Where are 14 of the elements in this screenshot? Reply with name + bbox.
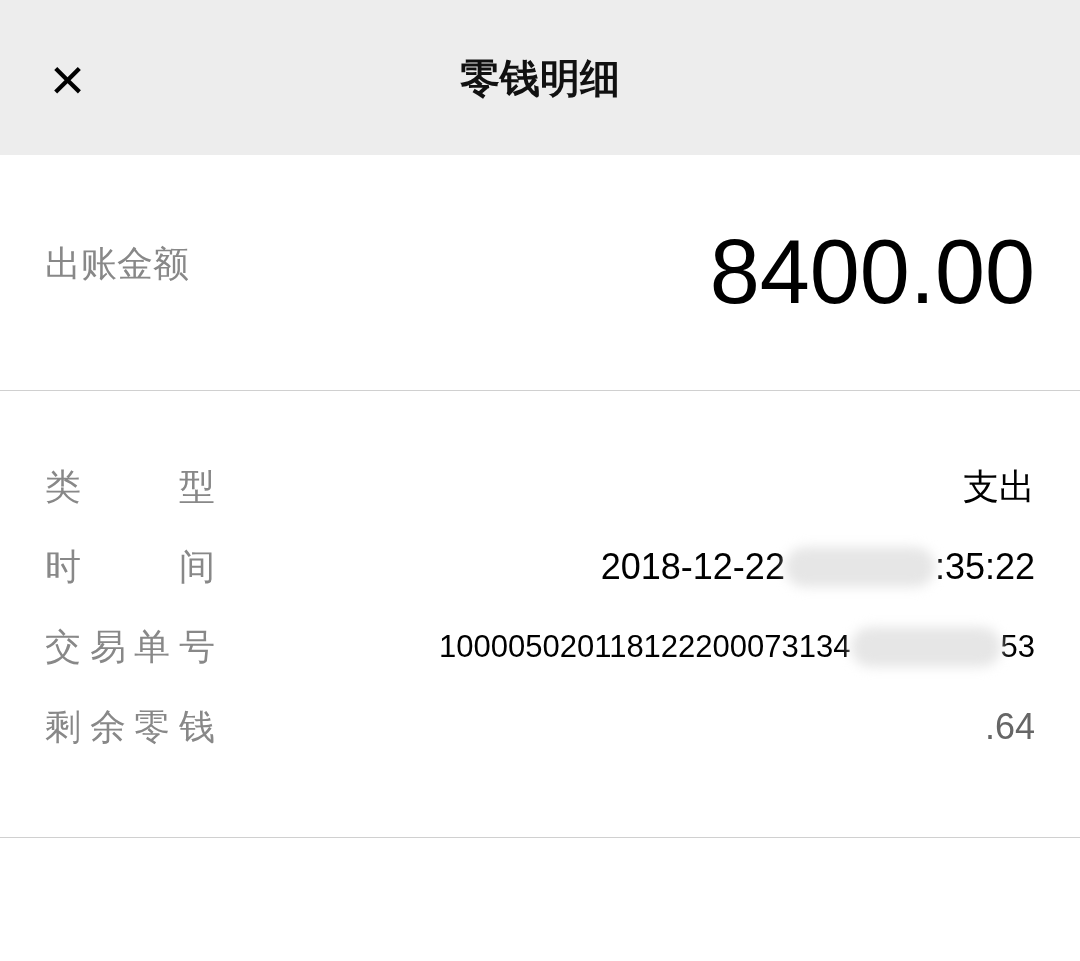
detail-value: .64 (984, 705, 1035, 749)
detail-value: 100005020118122200073134 (439, 627, 851, 666)
amount-value: 8400.00 (709, 221, 1035, 324)
page-title: 零钱明细 (460, 53, 620, 103)
detail-label: 类型 (45, 465, 215, 509)
amount-label: 出账金额 (45, 242, 189, 286)
detail-label: 剩余零钱 (45, 705, 215, 749)
detail-label: 交易单号 (45, 625, 215, 669)
detail-value: :35:22 (934, 545, 1035, 589)
close-button[interactable]: × (50, 60, 86, 100)
detail-value: 2018-12-22 (600, 545, 785, 589)
detail-value: 支出 (963, 465, 1035, 509)
detail-value: 53 (1000, 627, 1035, 666)
detail-label: 时间 (45, 545, 215, 589)
